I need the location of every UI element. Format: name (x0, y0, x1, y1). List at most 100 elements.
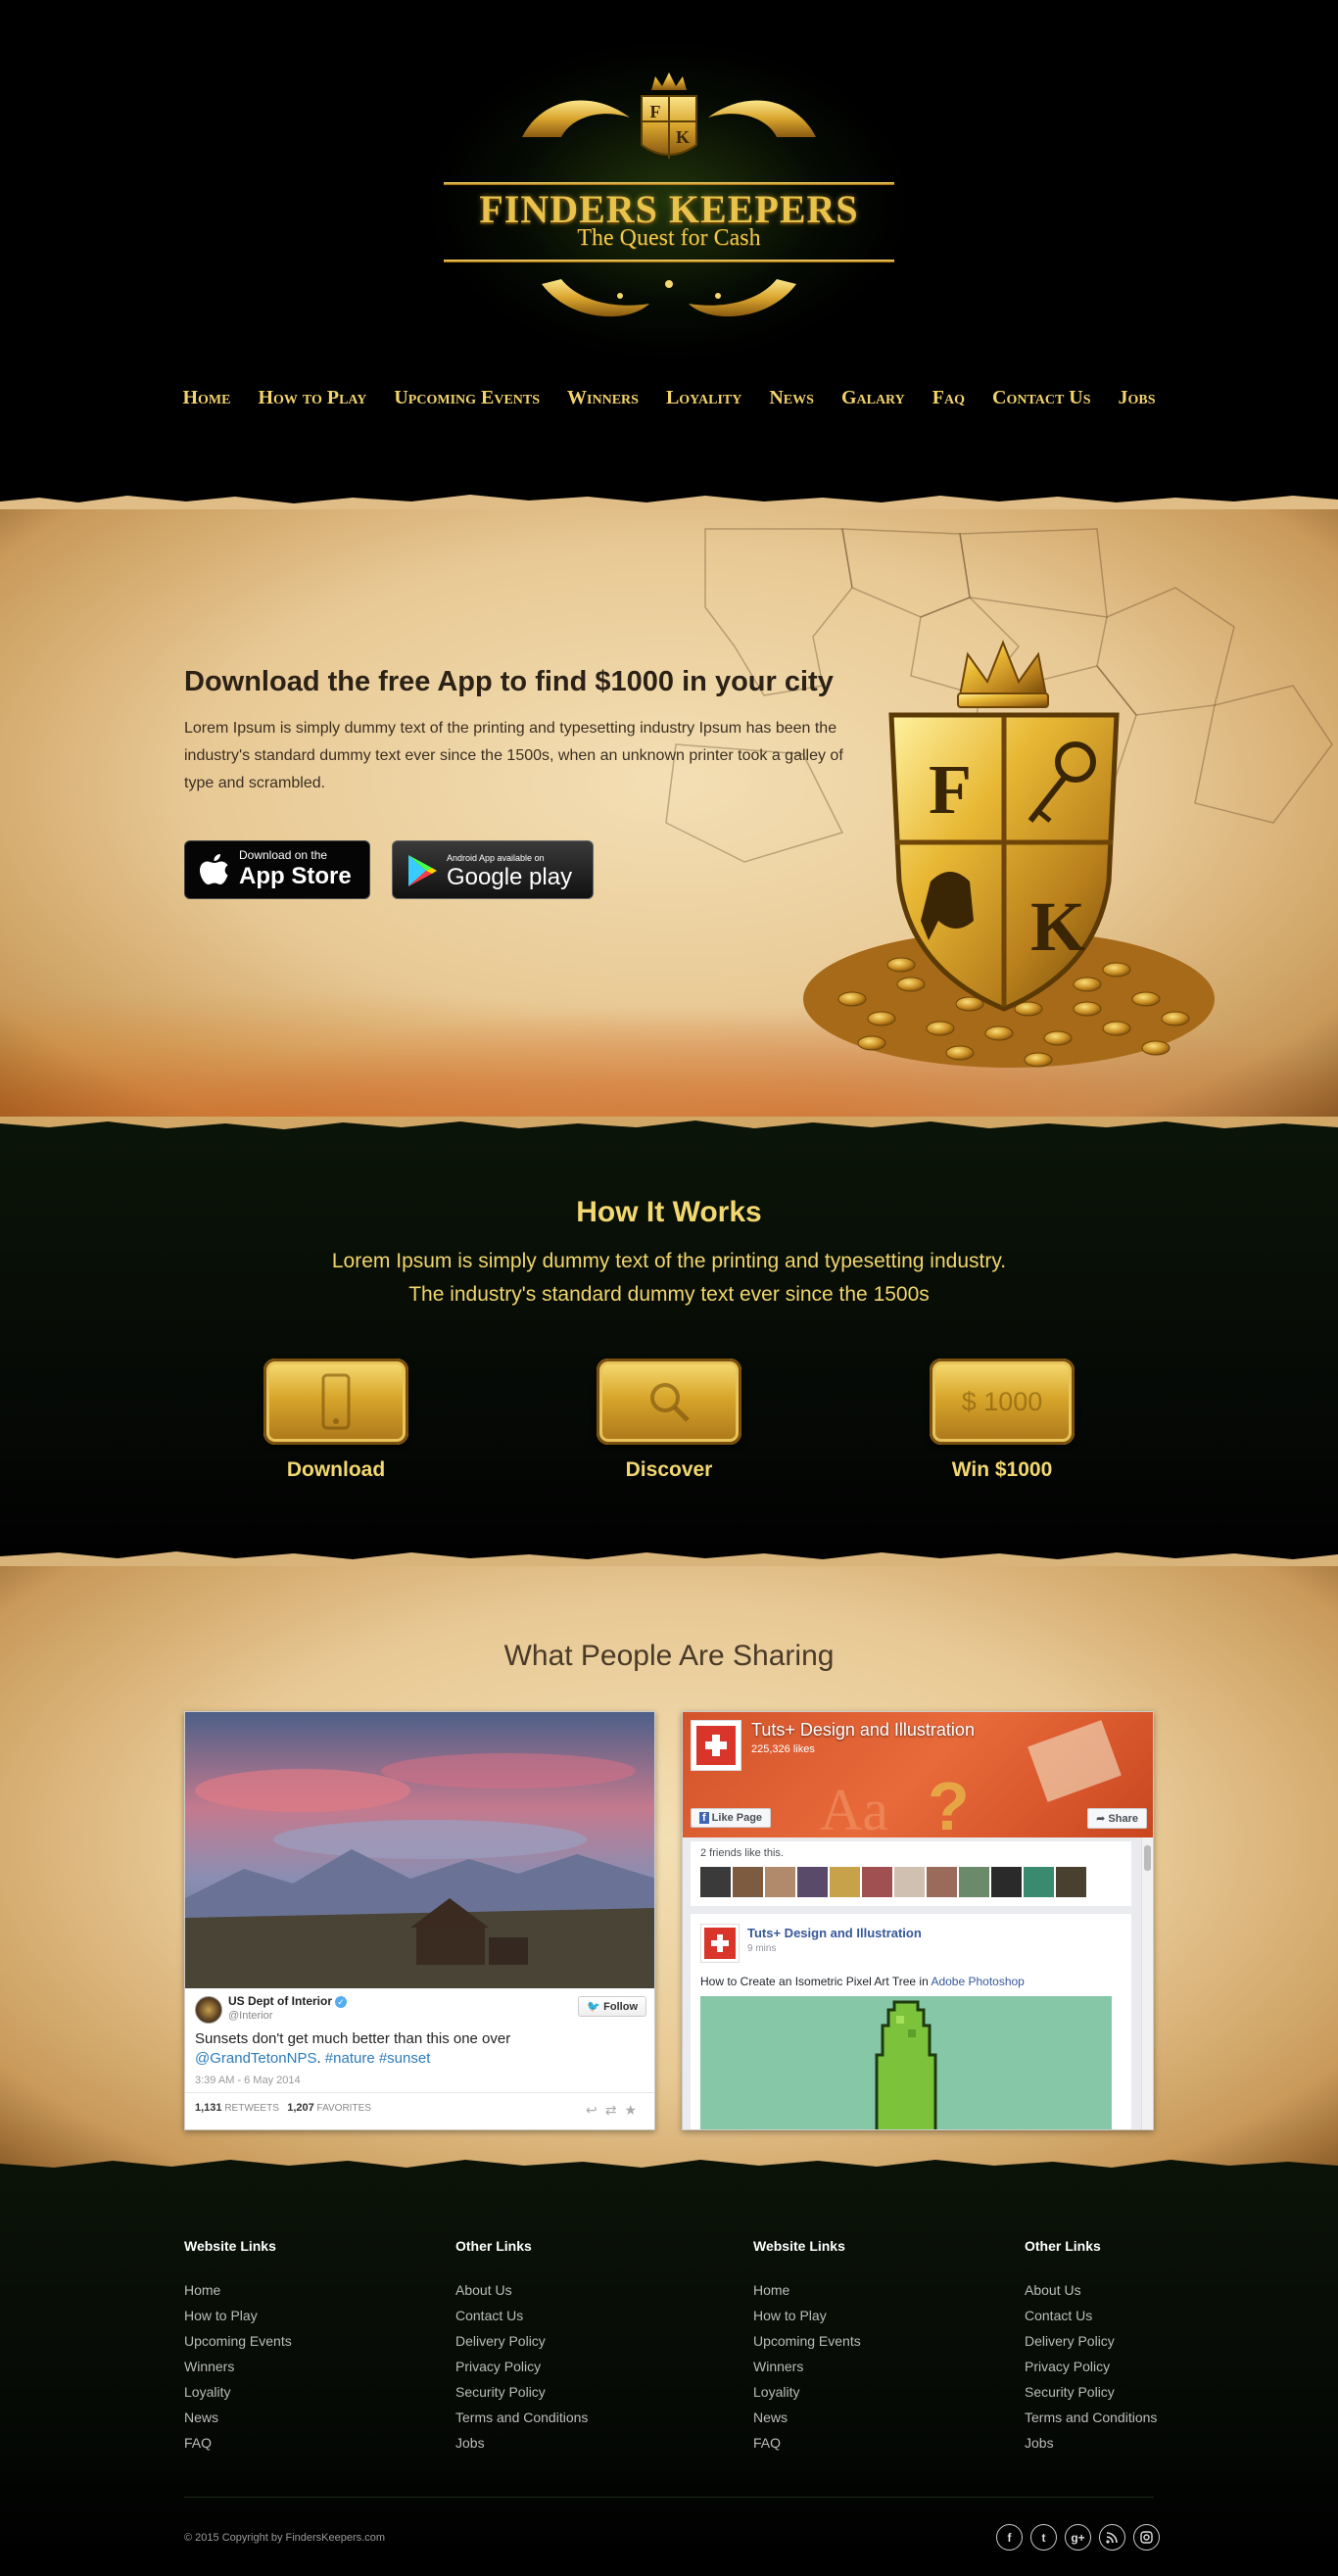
app-store-button[interactable]: Download on the App Store (184, 840, 370, 899)
avatar[interactable] (830, 1867, 860, 1897)
app-store-big-label: App Store (239, 863, 352, 889)
footer-link-delivery-policy[interactable]: Delivery Policy (1025, 2328, 1157, 2354)
footer-link-winners[interactable]: Winners (753, 2354, 861, 2379)
post-image-pixel-tree[interactable] (700, 1996, 1112, 2129)
post-timestamp[interactable]: 9 mins (747, 1943, 776, 1954)
footer-link-faq[interactable]: FAQ (753, 2430, 861, 2456)
tweet-mention-link[interactable]: @GrandTetonNPS (195, 2050, 316, 2067)
step-download-plate[interactable] (263, 1359, 408, 1445)
twitter-embed-card[interactable]: US Dept of Interior ✓ @Interior 🐦 Follow … (184, 1711, 655, 2130)
avatar[interactable] (991, 1867, 1022, 1897)
avatar[interactable] (700, 1867, 731, 1897)
tweet-hashtag-sunset[interactable]: #sunset (379, 2050, 431, 2067)
footer-link-contact-us[interactable]: Contact Us (455, 2303, 588, 2328)
nav-news[interactable]: News (769, 387, 814, 409)
nav-faq[interactable]: Faq (932, 387, 965, 409)
copyright-text: © 2015 Copyright by FindersKeepers.com (184, 2532, 385, 2544)
avatar[interactable] (862, 1867, 892, 1897)
avatar[interactable] (797, 1867, 828, 1897)
footer-link-news[interactable]: News (753, 2405, 861, 2430)
nav-winners[interactable]: Winners (567, 387, 639, 409)
facebook-page-embed[interactable]: Aa ? Tuts+ Design and Illustration 225,3… (682, 1711, 1154, 2130)
footer-link-home[interactable]: Home (184, 2277, 292, 2303)
footer-link-contact-us[interactable]: Contact Us (1025, 2303, 1157, 2328)
nav-jobs[interactable]: Jobs (1119, 387, 1156, 409)
step-win-plate[interactable]: $ 1000 (930, 1359, 1075, 1445)
rss-icon[interactable] (1099, 2524, 1125, 2551)
avatar[interactable] (1024, 1867, 1054, 1897)
footer-link-upcoming-events[interactable]: Upcoming Events (184, 2328, 292, 2354)
main-nav: Home How to Play Upcoming Events Winners… (0, 387, 1338, 409)
footer-link-delivery-policy[interactable]: Delivery Policy (455, 2328, 588, 2354)
footer-column-website-links-1: Website Links Home How to Play Upcoming … (184, 2238, 292, 2456)
avatar[interactable] (894, 1867, 925, 1897)
footer-link-loyality[interactable]: Loyality (753, 2379, 861, 2405)
nav-how-to-play[interactable]: How to Play (258, 387, 366, 409)
how-it-works-section: How It Works Lorem Ipsum is simply dummy… (0, 1135, 1338, 1566)
favorite-icon[interactable]: ★ (624, 2102, 645, 2118)
google-play-icon (408, 855, 437, 886)
site-logo[interactable]: F K FINDERS KEEPERS The Quest for Cash (424, 39, 914, 362)
social-links: f t g+ (996, 2524, 1160, 2551)
nav-contact-us[interactable]: Contact Us (992, 387, 1091, 409)
share-button[interactable]: ➦ Share (1087, 1808, 1147, 1829)
nav-home[interactable]: Home (182, 387, 230, 409)
pixel-tree-illustration (875, 2000, 937, 2129)
step-download: Download (258, 1359, 414, 1482)
footer-link-how-to-play[interactable]: How to Play (753, 2303, 861, 2328)
embed-scrollbar[interactable] (1141, 1837, 1153, 2129)
post-link[interactable]: Adobe Photoshop (931, 1975, 1024, 1988)
like-page-button[interactable]: f Like Page (691, 1808, 772, 1828)
footer-link-about-us[interactable]: About Us (455, 2277, 588, 2303)
footer-link-jobs[interactable]: Jobs (1025, 2430, 1157, 2456)
money-icon: $ 1000 (961, 1386, 1043, 1416)
avatar[interactable] (195, 1996, 222, 2024)
google-plus-icon[interactable]: g+ (1065, 2524, 1091, 2551)
phone-icon (321, 1373, 351, 1430)
nav-galary[interactable]: Galary (841, 387, 905, 409)
facebook-page-title[interactable]: Tuts+ Design and Illustration (751, 1720, 975, 1741)
follow-button[interactable]: 🐦 Follow (578, 1996, 646, 2017)
step-discover-plate[interactable] (597, 1359, 741, 1445)
friend-avatars (700, 1867, 1086, 1897)
footer-link-news[interactable]: News (184, 2405, 292, 2430)
google-play-button[interactable]: Android App available on Google play (392, 840, 594, 899)
footer-link-terms[interactable]: Terms and Conditions (455, 2405, 588, 2430)
footer-link-loyality[interactable]: Loyality (184, 2379, 292, 2405)
footer-link-winners[interactable]: Winners (184, 2354, 292, 2379)
post-author-logo[interactable] (700, 1924, 740, 1963)
footer-link-security-policy[interactable]: Security Policy (1025, 2379, 1157, 2405)
facebook-icon[interactable]: f (996, 2524, 1023, 2551)
footer-link-privacy-policy[interactable]: Privacy Policy (1025, 2354, 1157, 2379)
footer-link-about-us[interactable]: About Us (1025, 2277, 1157, 2303)
footer-column-title: Website Links (184, 2238, 276, 2254)
avatar[interactable] (927, 1867, 957, 1897)
footer-link-security-policy[interactable]: Security Policy (455, 2379, 588, 2405)
footer-link-how-to-play[interactable]: How to Play (184, 2303, 292, 2328)
instagram-icon[interactable] (1133, 2524, 1160, 2551)
tweet-timestamp[interactable]: 3:39 AM - 6 May 2014 (195, 2075, 301, 2086)
torn-edge-sharing-top (0, 1551, 1338, 1566)
tweet-handle[interactable]: @Interior (228, 2010, 272, 2022)
footer-link-home[interactable]: Home (753, 2277, 861, 2303)
avatar[interactable] (765, 1867, 795, 1897)
footer-link-terms[interactable]: Terms and Conditions (1025, 2405, 1157, 2430)
reply-icon[interactable]: ↩ (586, 2102, 605, 2118)
footer-link-privacy-policy[interactable]: Privacy Policy (455, 2354, 588, 2379)
footer-link-jobs[interactable]: Jobs (455, 2430, 588, 2456)
twitter-icon[interactable]: t (1030, 2524, 1057, 2551)
footer-link-upcoming-events[interactable]: Upcoming Events (753, 2328, 861, 2354)
tweet-hashtag-nature[interactable]: #nature (325, 2050, 375, 2067)
retweet-icon[interactable]: ⇄ (605, 2102, 625, 2118)
footer-link-faq[interactable]: FAQ (184, 2430, 292, 2456)
footer-column-title: Other Links (455, 2238, 532, 2254)
post-author-name[interactable]: Tuts+ Design and Illustration (747, 1926, 922, 1940)
avatar[interactable] (1056, 1867, 1086, 1897)
avatar[interactable] (959, 1867, 989, 1897)
hero-title: Download the free App to find $1000 in y… (184, 666, 834, 697)
avatar[interactable] (733, 1867, 763, 1897)
tweet-author[interactable]: US Dept of Interior ✓ (228, 1994, 348, 2008)
nav-upcoming-events[interactable]: Upcoming Events (394, 387, 540, 409)
page-logo[interactable] (691, 1720, 741, 1771)
nav-loyality[interactable]: Loyality (666, 387, 741, 409)
